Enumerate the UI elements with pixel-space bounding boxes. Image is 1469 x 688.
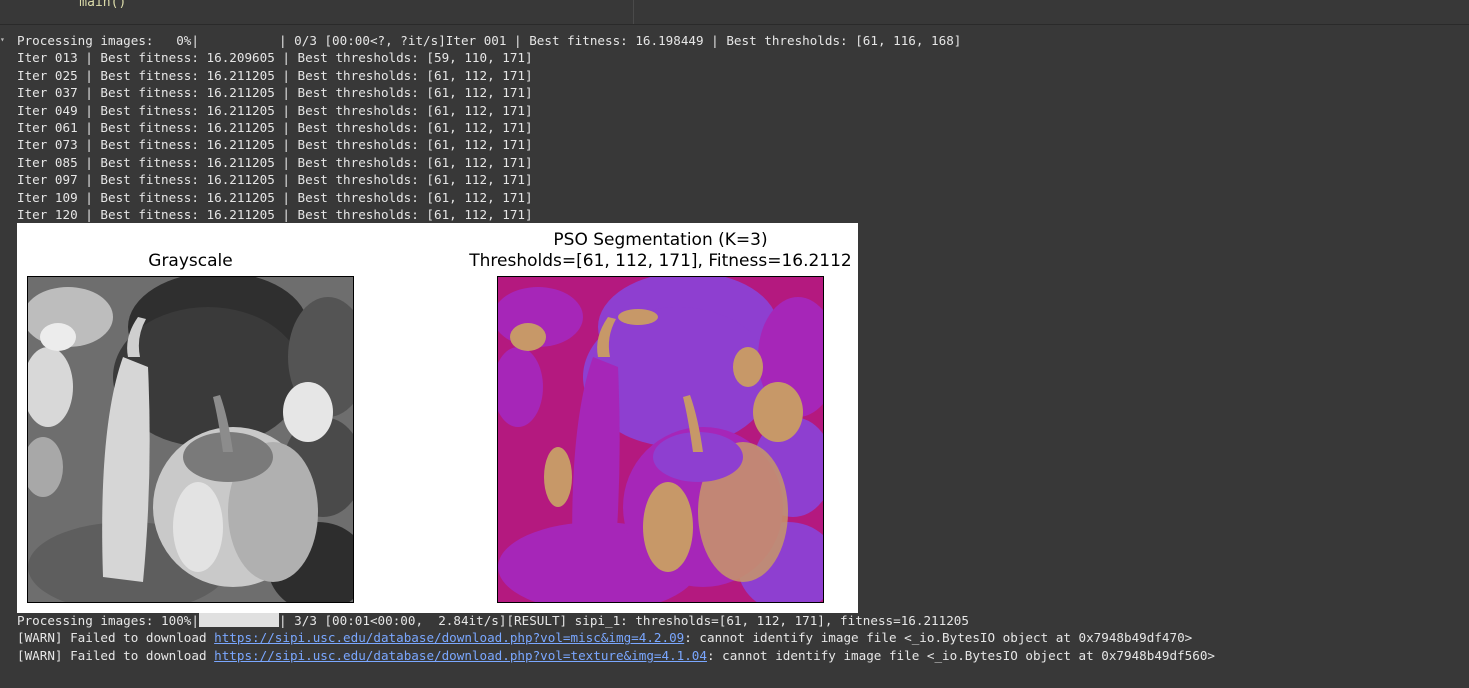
progress-prefix: Processing images: 0%| [17,33,199,48]
warn-suffix: : cannot identify image file <_io.BytesI… [684,630,1193,646]
iter-line: Iter 073 | Best fitness: 16.211205 | Bes… [17,137,533,153]
iter-line: Iter 120 | Best fitness: 16.211205 | Bes… [17,206,533,222]
pso-title-line2: Thresholds=[61, 112, 171], Fitness=16.21… [469,251,852,271]
grayscale-image [27,276,354,603]
progress-bar-full [198,613,279,627]
collapse-output-icon[interactable]: ▾ [0,34,8,46]
code-line[interactable]: main() [48,0,126,10]
code-cell[interactable]: main() [0,0,1469,25]
iter-line: Iter 097 | Best fitness: 16.211205 | Bes… [17,172,533,188]
warn-line: [WARN] Failed to download https://sipi.u… [17,647,1457,664]
progress-line-end: Processing images: 100%| | 3/3 [00:01<00:… [17,612,1457,629]
iter-line: Iter 085 | Best fitness: 16.211205 | Bes… [17,154,533,170]
output-figure: Grayscale PSO Segmentation (K=3) Thresho… [17,223,858,613]
iter-line: Iter 109 | Best fitness: 16.211205 | Bes… [17,189,533,205]
progress-suffix: | 3/3 [00:01<00:00, 2.84it/s][RESULT] si… [278,613,969,628]
iter-line: Iter 025 | Best fitness: 16.211205 | Bes… [17,67,533,83]
cell-output: Processing images: 0%| | 0/3 [00:00<?, ?i… [17,32,1457,223]
download-link[interactable]: https://sipi.usc.edu/database/download.p… [214,630,684,645]
warn-line: [WARN] Failed to download https://sipi.u… [17,629,1457,646]
warn-prefix: [WARN] Failed to download [17,630,215,646]
warn-suffix: : cannot identify image file <_io.BytesI… [706,647,1215,663]
iter-line: Iter 049 | Best fitness: 16.211205 | Bes… [17,102,533,118]
grayscale-title: Grayscale [148,251,233,271]
iter-line: Iter 061 | Best fitness: 16.211205 | Bes… [17,119,533,135]
warn-prefix: [WARN] Failed to download [17,647,215,663]
cell-output-tail: Processing images: 100%| | 3/3 [00:01<00:… [17,612,1457,664]
progress-line-start: Processing images: 0%| | 0/3 [00:00<?, ?i… [17,32,1457,49]
segmentation-image [497,276,824,603]
progress-suffix: | 0/3 [00:00<?, ?it/s]Iter 001 | Best fi… [278,33,962,48]
progress-bar-empty [199,33,279,47]
iter-line: Iter 037 | Best fitness: 16.211205 | Bes… [17,85,533,101]
download-link[interactable]: https://sipi.usc.edu/database/download.p… [214,648,707,663]
iter-line: Iter 013 | Best fitness: 16.209605 | Bes… [17,50,533,66]
cell-divider [633,0,634,24]
pso-title-line1: PSO Segmentation (K=3) [553,230,768,250]
progress-prefix: Processing images: 100%| [17,613,199,628]
